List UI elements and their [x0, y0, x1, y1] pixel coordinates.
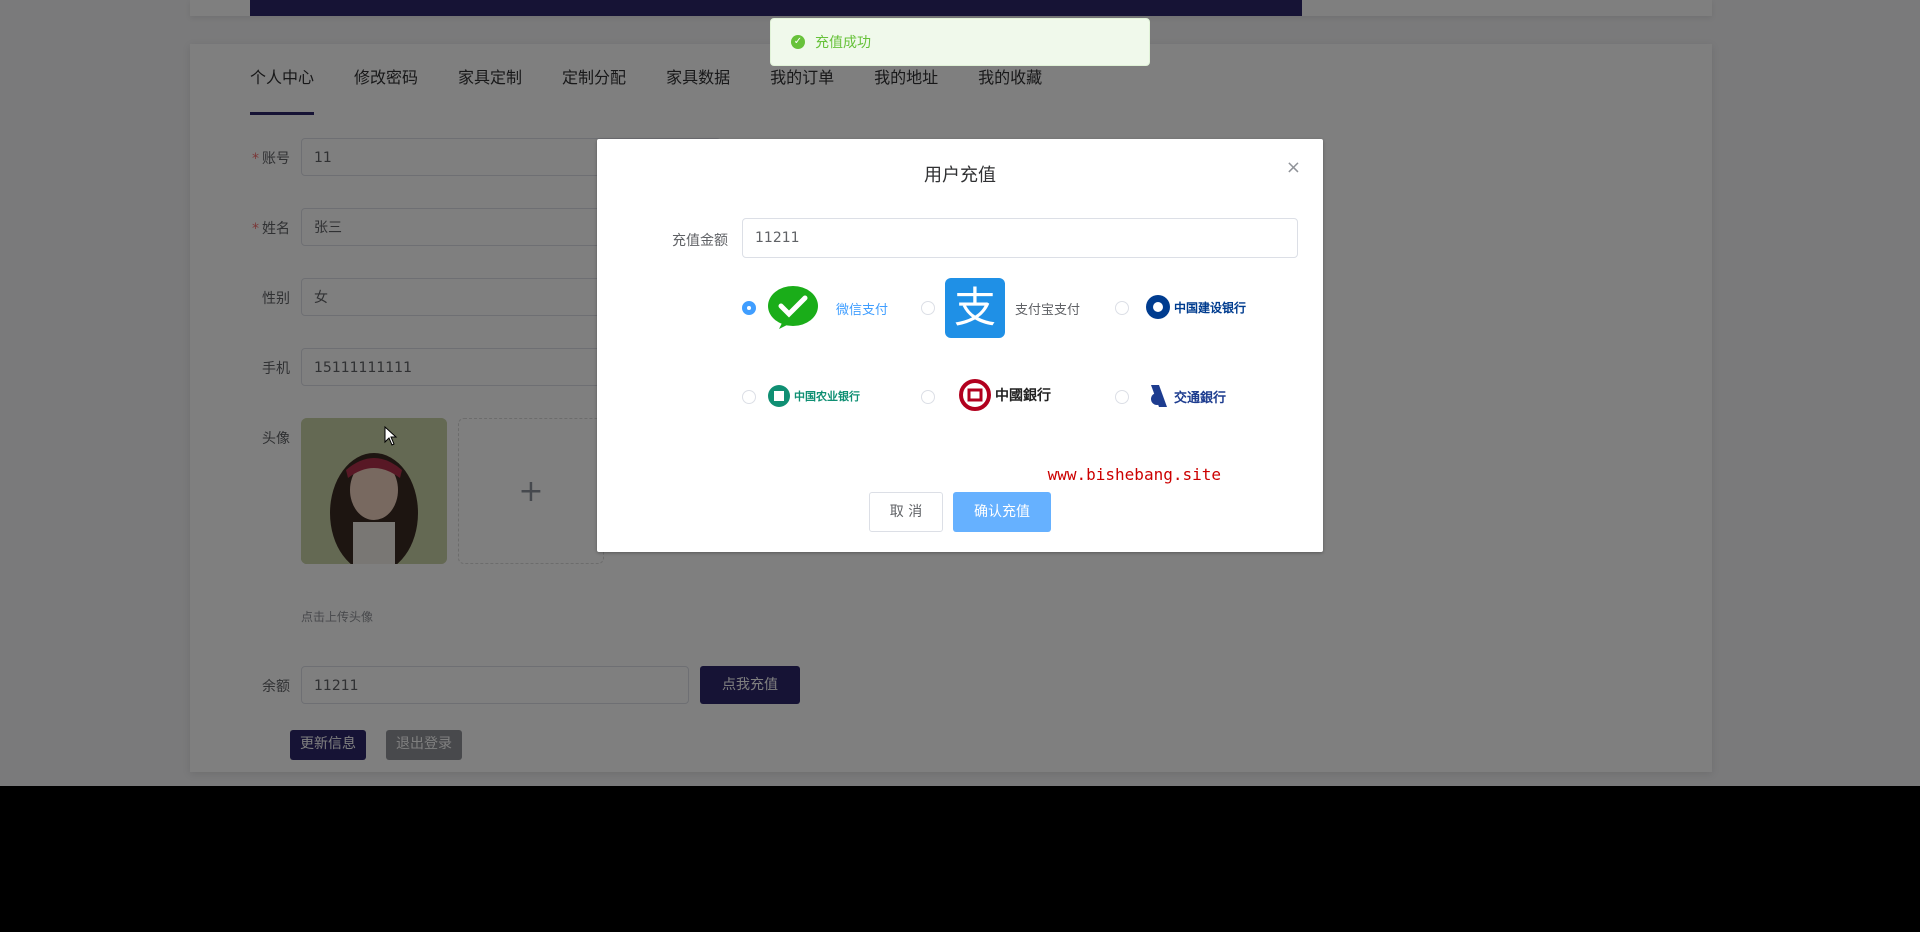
- watermark-text: www.bishebang.site: [1047, 465, 1221, 484]
- recharge-dialog: 用户充值 × 充值金额 11211 微信支付 支 支付宝支付 中国建设银行 中国…: [597, 139, 1323, 552]
- success-toast: ✓ 充值成功: [770, 18, 1150, 66]
- amount-input[interactable]: 11211: [742, 218, 1298, 258]
- abc-logo: 中国农业银行: [767, 384, 860, 408]
- radio-alipay[interactable]: [921, 301, 935, 315]
- alipay-icon: 支: [945, 278, 1005, 338]
- alipay-label[interactable]: 支付宝支付: [1015, 299, 1080, 318]
- ccb-logo: 中国建设银行: [1145, 294, 1246, 320]
- radio-abc[interactable]: [742, 390, 756, 404]
- toast-message: 充值成功: [815, 35, 871, 51]
- cancel-button[interactable]: 取 消: [869, 492, 943, 532]
- bocom-logo-text: 交通銀行: [1174, 390, 1227, 406]
- radio-bocom[interactable]: [1115, 390, 1129, 404]
- mouse-cursor-icon: [384, 425, 398, 450]
- confirm-recharge-button[interactable]: 确认充值: [953, 492, 1051, 532]
- ccb-logo-text: 中国建设银行: [1174, 300, 1247, 315]
- radio-ccb[interactable]: [1115, 301, 1129, 315]
- radio-wechat[interactable]: [742, 301, 756, 315]
- wechat-pay-icon: [767, 285, 819, 335]
- check-circle-icon: ✓: [791, 35, 805, 49]
- bocom-logo: 交通銀行: [1147, 383, 1226, 409]
- radio-boc[interactable]: [921, 390, 935, 404]
- bottom-black-area: [0, 786, 1920, 932]
- abc-logo-text: 中国农业银行: [794, 390, 860, 403]
- boc-logo: 中國銀行: [959, 379, 1051, 411]
- close-icon[interactable]: ×: [1286, 157, 1301, 178]
- wechat-pay-label[interactable]: 微信支付: [836, 299, 888, 318]
- amount-label: 充值金额: [672, 233, 728, 249]
- boc-logo-text: 中國銀行: [995, 388, 1051, 404]
- dialog-title: 用户充值: [924, 165, 996, 186]
